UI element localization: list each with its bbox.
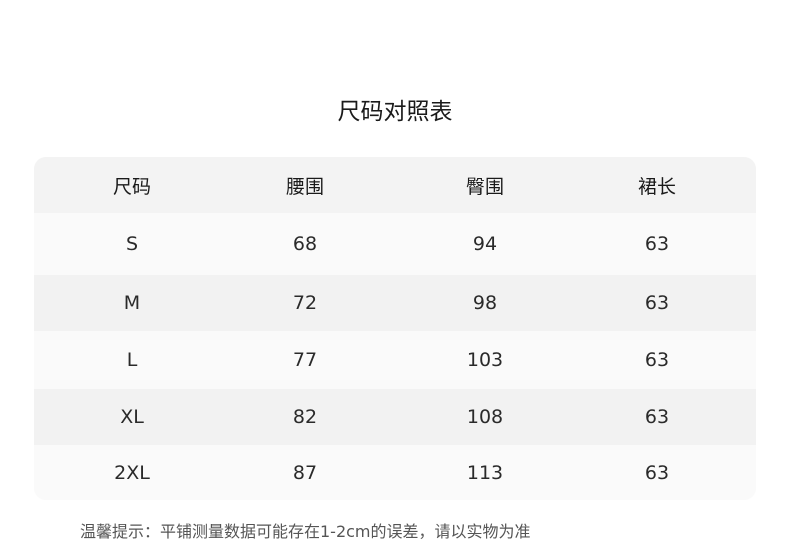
header-size: 尺码: [112, 175, 151, 198]
waist-cell: 87: [292, 461, 318, 484]
table-row: L 77 103 63: [34, 331, 756, 389]
hip-cell: 94: [472, 233, 498, 255]
size-cell: L: [126, 349, 138, 371]
waist-cell: 77: [292, 349, 318, 371]
size-cell: 2XL: [114, 461, 150, 484]
waist-cell: 72: [292, 292, 318, 314]
length-cell: 63: [644, 292, 670, 314]
table-row: 2XL 87 113 63: [34, 445, 756, 500]
hip-cell: 113: [466, 461, 504, 484]
size-cell: M: [123, 292, 141, 314]
size-cell: XL: [120, 406, 144, 428]
waist-cell: 68: [292, 233, 318, 255]
size-chart-table: 尺码 腰围 臀围 裙长 S 68 94 63 M 72 98 63 L 77 1…: [34, 157, 756, 500]
size-cell: S: [125, 233, 139, 255]
hip-cell: 98: [472, 292, 498, 314]
table-header-row: 尺码 腰围 臀围 裙长: [34, 157, 756, 213]
table-row: M 72 98 63: [34, 275, 756, 331]
waist-cell: 82: [292, 406, 318, 428]
hip-cell: 108: [466, 406, 504, 428]
page-title: 尺码对照表: [337, 99, 453, 125]
length-cell: 63: [644, 349, 670, 371]
header-skirt-length: 裙长: [637, 175, 676, 198]
header-waist: 腰围: [285, 175, 324, 198]
length-cell: 63: [644, 233, 670, 255]
measurement-note: 温馨提示：平铺测量数据可能存在1-2cm的误差，请以实物为准: [80, 522, 531, 541]
hip-cell: 103: [466, 349, 504, 371]
length-cell: 63: [644, 461, 670, 484]
table-row: S 68 94 63: [34, 213, 756, 275]
length-cell: 63: [644, 406, 670, 428]
table-row: XL 82 108 63: [34, 389, 756, 445]
header-hip: 臀围: [465, 175, 504, 198]
